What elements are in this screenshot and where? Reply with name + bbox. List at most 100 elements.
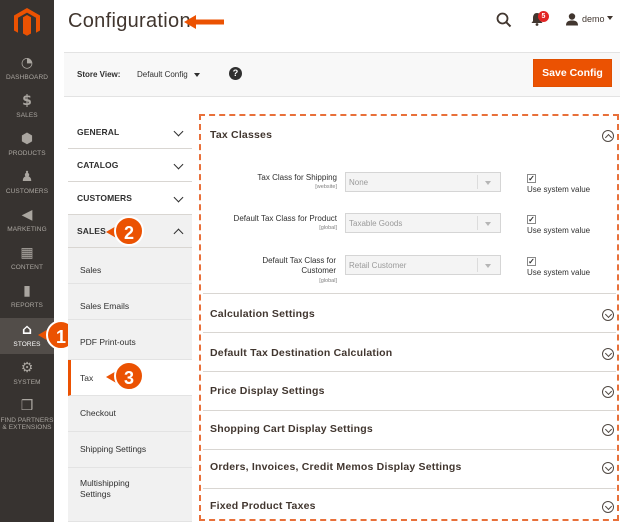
dollar-icon: $ xyxy=(22,93,32,109)
sales-item-multishipping-settings[interactable]: Multishipping Settings xyxy=(68,468,192,522)
chevron-down-icon xyxy=(485,181,491,185)
nav-system[interactable]: ⚙ SYSTEM xyxy=(0,360,54,398)
nav-reports[interactable]: ▮ REPORTS xyxy=(0,283,54,321)
sub-item-label: PDF Print-outs xyxy=(80,337,136,347)
gear-icon: ⚙ xyxy=(20,360,34,376)
page-title: Configuration xyxy=(68,10,191,32)
nav-label: STORES xyxy=(13,341,41,348)
nav-find-partners[interactable]: ❒ FIND PARTNERS & EXTENSIONS xyxy=(0,398,54,438)
nav-label: CONTENT xyxy=(10,264,44,271)
expand-icon[interactable] xyxy=(602,501,614,513)
admin-sidebar: ◔ DASHBOARD $ SALES ⬢ PRODUCTS ♟ CUSTOME… xyxy=(0,0,54,522)
tab-catalog[interactable]: CATALOG xyxy=(68,149,192,182)
section-orders-invoices-display[interactable]: Orders, Invoices, Credit Memos Display S… xyxy=(203,451,616,489)
collapse-icon[interactable] xyxy=(602,130,614,142)
save-config-button[interactable]: Save Config xyxy=(533,59,612,87)
bar-chart-icon: ▮ xyxy=(23,283,31,299)
use-system-value-checkbox[interactable]: ✓ xyxy=(527,174,536,183)
expand-icon[interactable] xyxy=(602,309,614,321)
expand-icon[interactable] xyxy=(602,386,614,398)
store-view-switcher[interactable]: Default Config xyxy=(137,70,188,79)
nav-products[interactable]: ⬢ PRODUCTS xyxy=(0,131,54,169)
nav-content[interactable]: ▦ CONTENT xyxy=(0,245,54,283)
section-title[interactable]: Default Tax Destination Calculation xyxy=(210,347,392,359)
select-divider xyxy=(477,258,478,272)
dashboard-icon: ◔ xyxy=(20,55,34,71)
section-title[interactable]: Tax Classes xyxy=(210,129,272,141)
chevron-down-icon xyxy=(173,159,184,170)
sub-item-label: Tax xyxy=(80,373,94,383)
nav-dashboard[interactable]: ◔ DASHBOARD xyxy=(0,55,54,93)
select-divider xyxy=(477,175,478,189)
nav-customers[interactable]: ♟ CUSTOMERS xyxy=(0,169,54,207)
section-shopping-cart-display[interactable]: Shopping Cart Display Settings xyxy=(203,412,616,450)
field-scope: [website] xyxy=(315,184,337,190)
expand-icon[interactable] xyxy=(602,424,614,436)
nav-marketing[interactable]: ◀ MARKETING xyxy=(0,207,54,245)
nav-label: SYSTEM xyxy=(13,379,41,386)
tab-label: CUSTOMERS xyxy=(77,193,133,203)
select-value: None xyxy=(349,178,369,187)
sales-item-shipping-settings[interactable]: Shipping Settings xyxy=(68,432,192,468)
field-scope: [global] xyxy=(319,225,337,231)
section-title[interactable]: Fixed Product Taxes xyxy=(210,500,316,512)
field-label: Tax Class for Shipping xyxy=(257,173,337,182)
section-calculation-settings[interactable]: Calculation Settings xyxy=(203,295,616,333)
sub-item-label: Sales Emails xyxy=(80,301,130,311)
nav-label: REPORTS xyxy=(10,302,43,309)
sub-item-label: Sales xyxy=(80,265,102,275)
box-icon: ❒ xyxy=(20,398,34,414)
step-2-badge: 2 xyxy=(114,216,144,246)
section-title[interactable]: Orders, Invoices, Credit Memos Display S… xyxy=(210,461,462,473)
expand-icon[interactable] xyxy=(602,348,614,360)
default-tax-class-customer-select[interactable]: Retail Customer xyxy=(345,255,501,275)
select-value: Taxable Goods xyxy=(349,219,403,228)
tab-general[interactable]: GENERAL xyxy=(68,116,192,149)
select-divider xyxy=(477,216,478,230)
user-name[interactable]: demo xyxy=(582,14,605,24)
user-icon[interactable] xyxy=(565,12,579,26)
magento-logo-icon[interactable] xyxy=(11,6,43,38)
nav-label: FIND PARTNERS & EXTENSIONS xyxy=(0,417,54,431)
section-title[interactable]: Price Display Settings xyxy=(210,385,325,397)
tab-label: GENERAL xyxy=(77,127,120,137)
checkbox-label: Use system value xyxy=(527,185,591,194)
sales-item-sales[interactable]: Sales xyxy=(68,248,192,284)
section-default-tax-destination[interactable]: Default Tax Destination Calculation xyxy=(203,334,616,372)
nav-label: DASHBOARD xyxy=(5,74,49,81)
section-fixed-product-taxes[interactable]: Fixed Product Taxes xyxy=(203,490,616,518)
nav-label: SALES xyxy=(16,112,38,119)
expand-icon[interactable] xyxy=(602,462,614,474)
sales-item-sales-emails[interactable]: Sales Emails xyxy=(68,284,192,320)
user-menu-caret-icon[interactable] xyxy=(607,16,613,20)
store-view-caret-icon[interactable] xyxy=(194,73,200,77)
store-view-label: Store View: xyxy=(77,70,121,79)
layout-icon: ▦ xyxy=(20,245,34,261)
use-system-value-checkbox[interactable]: ✓ xyxy=(527,257,536,266)
chevron-down-icon xyxy=(485,222,491,226)
notification-badge: 5 xyxy=(538,11,549,22)
nav-label: CUSTOMERS xyxy=(5,188,49,195)
chevron-down-icon xyxy=(485,264,491,268)
tab-label: CATALOG xyxy=(77,160,119,170)
tax-class-shipping-select[interactable]: None xyxy=(345,172,501,192)
nav-sales[interactable]: $ SALES xyxy=(0,93,54,131)
section-price-display[interactable]: Price Display Settings xyxy=(203,373,616,411)
megaphone-icon: ◀ xyxy=(21,207,33,223)
help-icon[interactable]: ? xyxy=(229,67,242,80)
section-title[interactable]: Calculation Settings xyxy=(210,308,315,320)
tab-customers[interactable]: CUSTOMERS xyxy=(68,182,192,215)
section-title[interactable]: Shopping Cart Display Settings xyxy=(210,423,373,435)
person-icon: ♟ xyxy=(20,169,34,185)
sub-item-label: Shipping Settings xyxy=(80,444,147,454)
default-tax-class-product-select[interactable]: Taxable Goods xyxy=(345,213,501,233)
use-system-value-checkbox[interactable]: ✓ xyxy=(527,215,536,224)
search-icon[interactable] xyxy=(496,12,512,28)
sales-item-checkout[interactable]: Checkout xyxy=(68,396,192,432)
nav-label: MARKETING xyxy=(7,226,47,233)
cube-icon: ⬢ xyxy=(20,131,34,147)
sales-item-pdf-printouts[interactable]: PDF Print-outs xyxy=(68,320,192,360)
checkbox-label: Use system value xyxy=(527,226,591,235)
nav-label: PRODUCTS xyxy=(8,150,46,157)
chevron-down-icon xyxy=(173,126,184,137)
